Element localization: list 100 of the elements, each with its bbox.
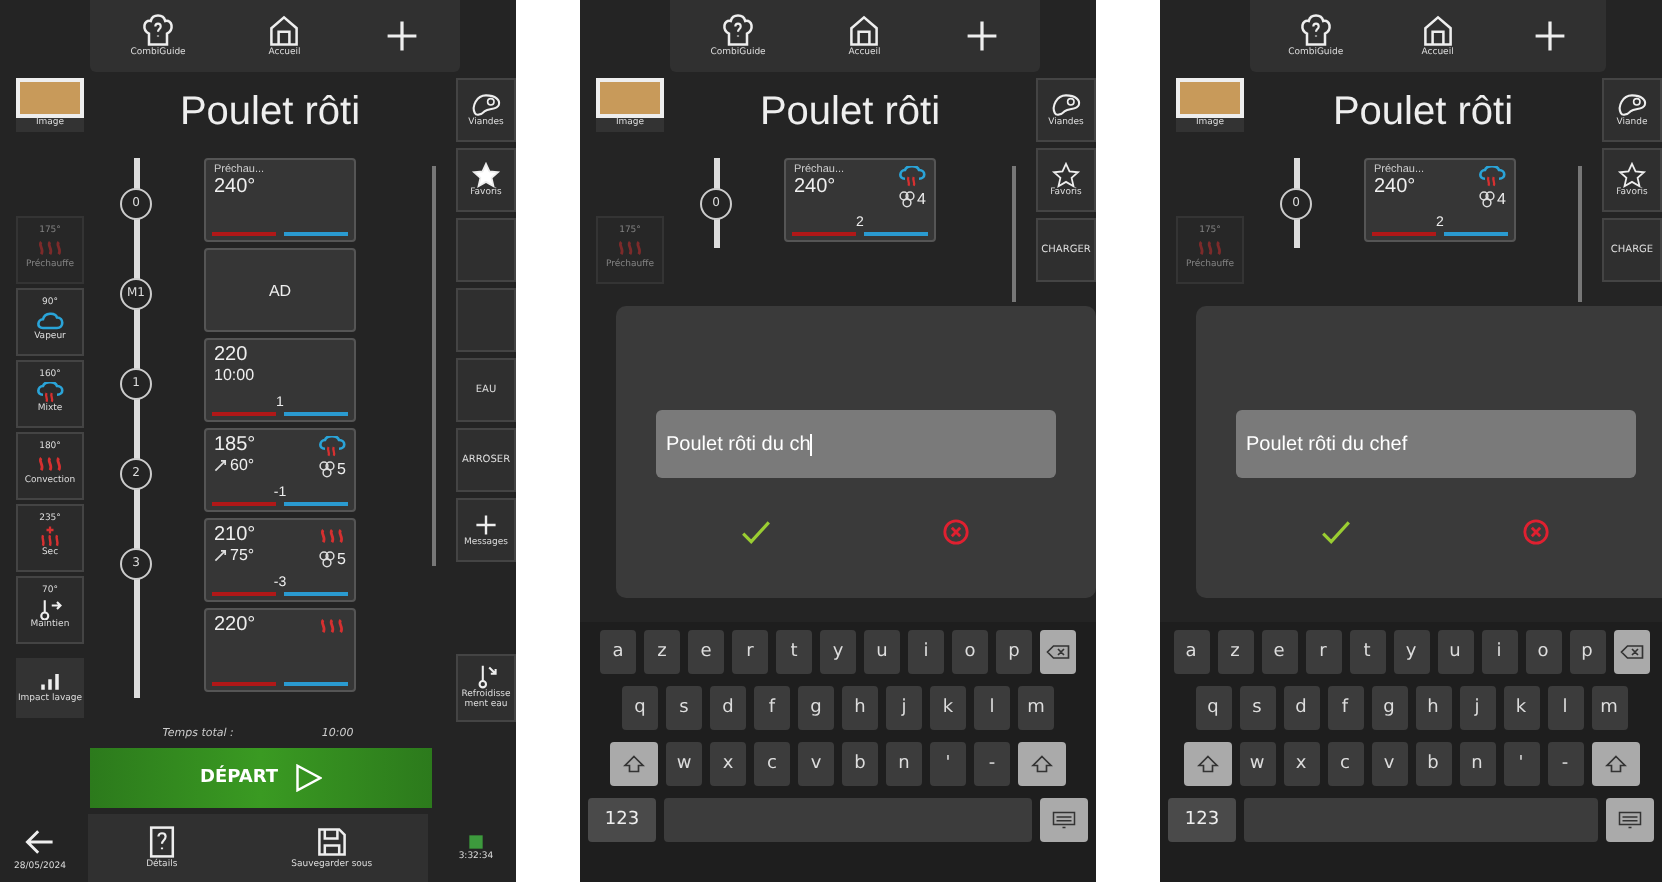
keyboard-key[interactable]: k	[930, 686, 966, 730]
top-bar-button[interactable]	[963, 18, 1000, 54]
numbers-key[interactable]: 123	[588, 798, 656, 842]
recipe-title: Poulet rôti	[177, 88, 363, 138]
keyboard-key[interactable]: t	[776, 630, 812, 674]
keyboard-key[interactable]: g	[798, 686, 834, 730]
plus-icon	[470, 511, 502, 538]
thermometer-icon	[36, 598, 64, 621]
keyboard-key[interactable]: n	[1459, 742, 1495, 786]
shift-key[interactable]	[1018, 742, 1066, 786]
step-card[interactable]: AD	[204, 248, 356, 332]
keyboard-key[interactable]: x	[1283, 742, 1319, 786]
keyboard-key[interactable]: n	[886, 742, 922, 786]
keyboard-key[interactable]: y	[820, 630, 856, 674]
keyboard-key[interactable]: a	[600, 630, 636, 674]
keyboard-key[interactable]: q	[622, 686, 658, 730]
keyboard-key[interactable]: f	[1327, 686, 1363, 730]
fan-speed: 4	[917, 190, 926, 208]
keyboard-key[interactable]: m	[1018, 686, 1054, 730]
keyboard-key[interactable]: r	[732, 630, 768, 674]
top-bar-button[interactable]	[383, 18, 420, 54]
fan-icon	[317, 460, 336, 478]
keyboard-key[interactable]: z	[1217, 630, 1253, 674]
keyboard-key[interactable]: i	[908, 630, 944, 674]
hide-keyboard-key[interactable]	[1040, 798, 1088, 842]
keyboard-key[interactable]: w	[1239, 742, 1275, 786]
fan-icon	[897, 190, 916, 208]
keyboard-key[interactable]: t	[1349, 630, 1385, 674]
name-input-field[interactable]: Poulet rôti du chef	[1236, 410, 1636, 478]
fan-speed: 5	[337, 550, 346, 568]
keyboard-key[interactable]: u	[1437, 630, 1473, 674]
keyboard-key[interactable]: '	[1503, 742, 1539, 786]
shift-icon	[1195, 754, 1219, 774]
cloud-heat-icon	[898, 166, 926, 188]
keyboard-key[interactable]: g	[1371, 686, 1407, 730]
keyboard-key[interactable]: l	[974, 686, 1010, 730]
hide-keyboard-key[interactable]	[1606, 798, 1654, 842]
check-icon	[740, 518, 772, 546]
shift-key[interactable]	[1183, 742, 1231, 786]
keyboard-key[interactable]: l	[1547, 686, 1583, 730]
keyboard-key[interactable]: o	[1525, 630, 1561, 674]
keyboard-key[interactable]: k	[1503, 686, 1539, 730]
keyboard-key[interactable]: b	[1415, 742, 1451, 786]
recipe-title: Poulet rôti	[1330, 88, 1516, 138]
keyboard-key[interactable]: y	[1393, 630, 1429, 674]
confirm-button[interactable]	[1320, 518, 1352, 546]
keyboard-key[interactable]: c	[754, 742, 790, 786]
shift-icon	[1603, 754, 1627, 774]
cloud-heat-icon	[318, 436, 346, 458]
keyboard-key[interactable]: -	[974, 742, 1010, 786]
keyboard-key[interactable]: p	[1569, 630, 1605, 674]
start-button[interactable]: DÉPART	[90, 748, 432, 808]
keyboard-key[interactable]: i	[1481, 630, 1517, 674]
keyboard-key[interactable]: e	[1261, 630, 1297, 674]
keyboard-key[interactable]: x	[710, 742, 746, 786]
photo-placeholder	[16, 78, 84, 118]
numbers-key[interactable]: 123	[1168, 798, 1236, 842]
name-input-field[interactable]: Poulet rôti du ch	[656, 410, 1056, 478]
keyboard-key[interactable]: a	[1173, 630, 1209, 674]
keyboard-key[interactable]: s	[1239, 686, 1275, 730]
keyboard-key[interactable]: j	[1459, 686, 1495, 730]
cloud-icon	[36, 310, 64, 333]
keyboard-key[interactable]: d	[1283, 686, 1319, 730]
keyboard-key[interactable]: j	[886, 686, 922, 730]
keyboard-key[interactable]: d	[710, 686, 746, 730]
keyboard-key[interactable]: e	[688, 630, 724, 674]
check-icon	[1320, 518, 1352, 546]
steak-icon	[470, 91, 502, 118]
keyboard-key[interactable]: h	[1415, 686, 1451, 730]
keyboard-key[interactable]: s	[666, 686, 702, 730]
heat-icon	[1196, 238, 1224, 261]
keyboard-key[interactable]: o	[952, 630, 988, 674]
home-icon	[1419, 12, 1456, 49]
keyboard-key[interactable]: '	[930, 742, 966, 786]
backspace-key[interactable]	[1613, 630, 1649, 674]
confirm-button[interactable]	[740, 518, 772, 546]
keyboard-key[interactable]: w	[666, 742, 702, 786]
close-icon	[940, 518, 972, 546]
shift-key[interactable]	[610, 742, 658, 786]
keyboard-key[interactable]: h	[842, 686, 878, 730]
top-bar-button[interactable]	[1531, 18, 1568, 54]
keyboard-key[interactable]: v	[798, 742, 834, 786]
keyboard-key[interactable]: z	[644, 630, 680, 674]
chef-hat-icon	[720, 12, 757, 49]
keyboard-key[interactable]: v	[1371, 742, 1407, 786]
keyboard-key[interactable]: b	[842, 742, 878, 786]
keyboard-key[interactable]: u	[864, 630, 900, 674]
home-icon	[846, 12, 883, 49]
keyboard-key[interactable]: q	[1195, 686, 1231, 730]
fan-speed: 4	[1497, 190, 1506, 208]
close-icon	[1520, 518, 1552, 546]
keyboard-key[interactable]: m	[1591, 686, 1627, 730]
keyboard-key[interactable]: r	[1305, 630, 1341, 674]
keyboard-key[interactable]: c	[1327, 742, 1363, 786]
keyboard-key[interactable]: -	[1547, 742, 1583, 786]
shift-key[interactable]	[1591, 742, 1639, 786]
backspace-key[interactable]	[1040, 630, 1076, 674]
keyboard-key[interactable]: p	[996, 630, 1032, 674]
keyboard-key[interactable]: f	[754, 686, 790, 730]
step-card[interactable]: 220°	[204, 608, 356, 692]
